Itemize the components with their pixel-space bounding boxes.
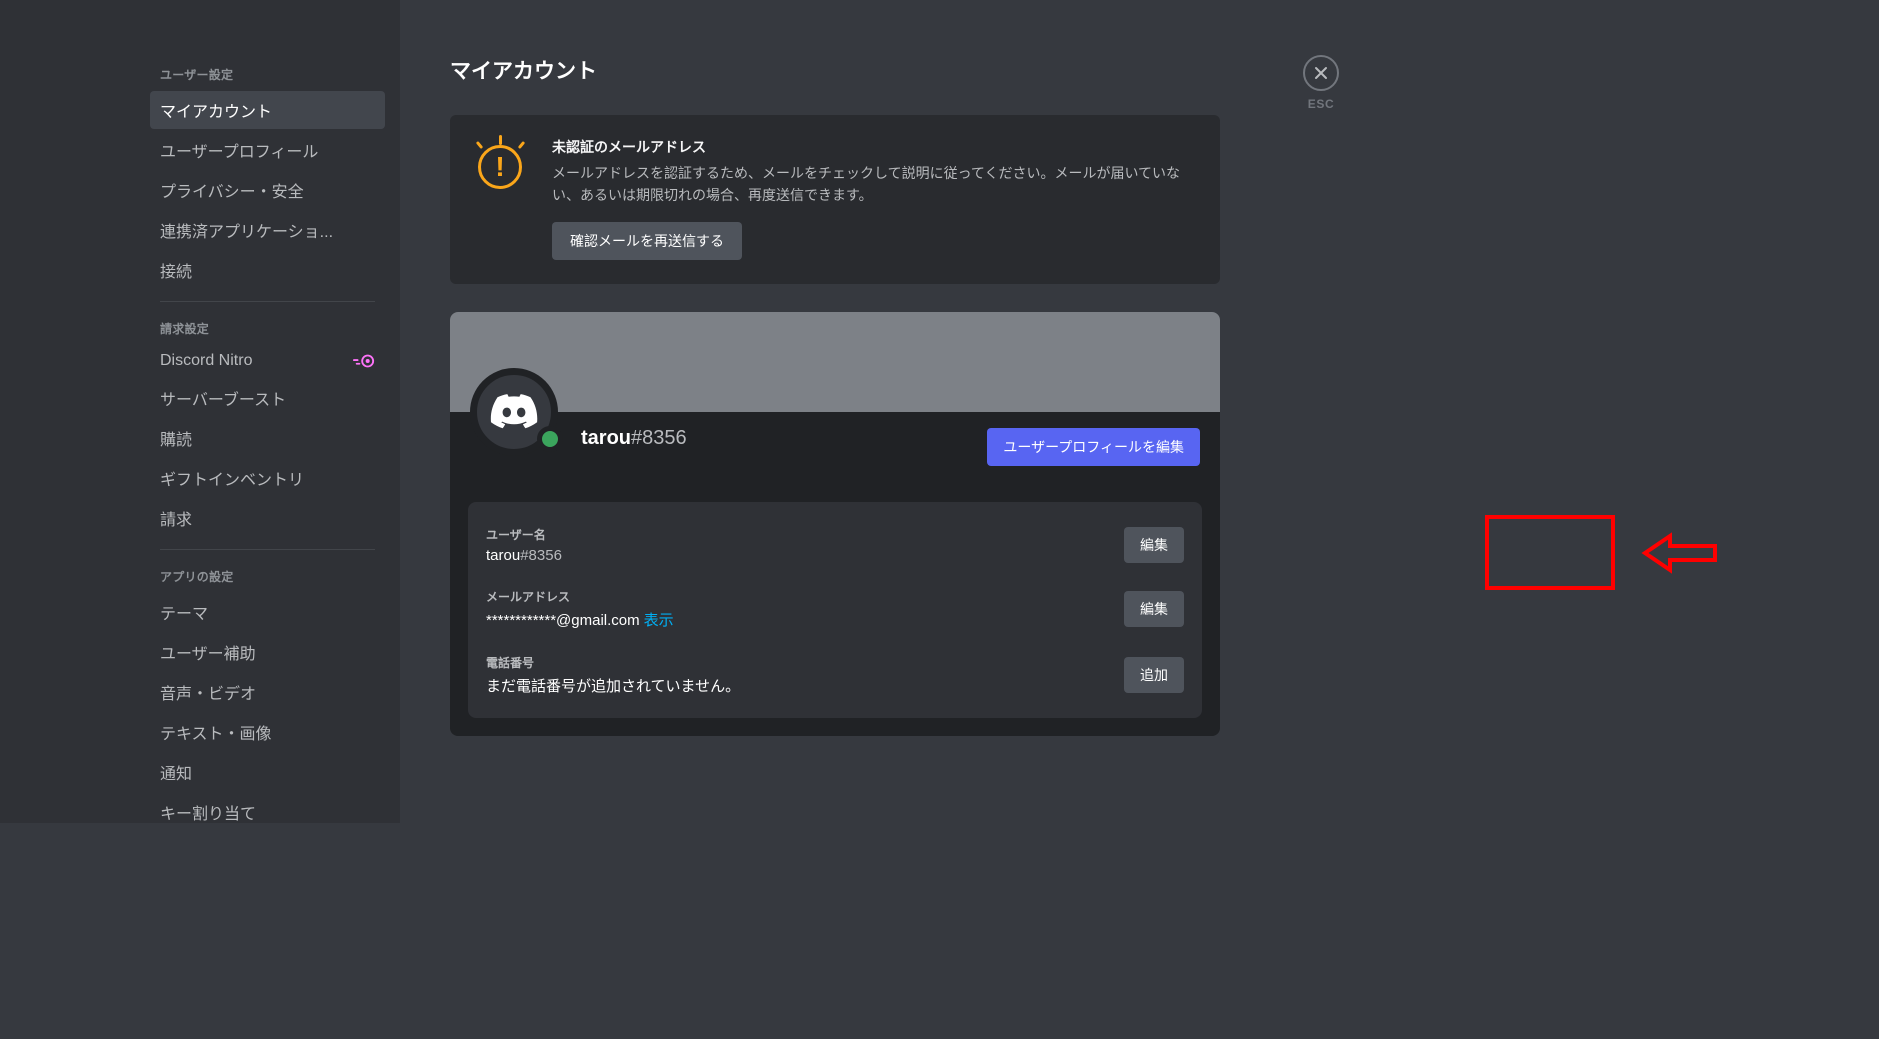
profile-display-name: tarou#8356 [565,412,687,450]
sidebar-item-keybinds[interactable]: キー割り当て [150,793,385,831]
field-email: メールアドレス ************@gmail.com表示 編集 [486,582,1184,648]
username-text: tarou [486,547,520,564]
sidebar-item-boost[interactable]: サーバーブースト [150,379,385,417]
close-label: ESC [1303,97,1339,111]
field-value: まだ電話番号が追加されていません。 [486,675,1124,696]
sidebar-item-label: 音声・ビデオ [160,680,256,704]
close-icon [1313,65,1329,81]
resend-verification-button[interactable]: 確認メールを再送信する [552,222,742,260]
sidebar-item-privacy[interactable]: プライバシー・安全 [150,171,385,209]
sidebar-section-app: アプリの設定 [150,562,385,591]
reveal-email-link[interactable]: 表示 [644,612,674,629]
field-label: 電話番号 [486,654,1124,671]
sidebar-item-label: ユーザープロフィール [160,138,318,162]
sidebar-item-label: キー割り当て [160,800,256,824]
email-masked: ************@gmail.com [486,612,640,629]
close-settings: ESC [1303,55,1339,111]
sidebar-section-user: ユーザー設定 [150,60,385,89]
avatar[interactable] [470,368,565,456]
profile-card: tarou#8356 ユーザープロフィールを編集 ユーザー名 tarou#835… [450,312,1220,736]
sidebar-item-gifts[interactable]: ギフトインベントリ [150,459,385,497]
sidebar-item-voice[interactable]: 音声・ビデオ [150,673,385,711]
sidebar-item-my-account[interactable]: マイアカウント [150,91,385,129]
settings-sidebar: ユーザー設定 マイアカウント ユーザープロフィール プライバシー・安全 連携済ア… [0,0,400,823]
discord-logo-icon [490,394,538,430]
sidebar-item-accessibility[interactable]: ユーザー補助 [150,633,385,671]
field-value: tarou#8356 [486,547,1124,564]
warning-icon: ! [476,141,526,191]
add-phone-button[interactable]: 追加 [1124,657,1184,693]
nitro-icon [353,353,375,369]
page-title: マイアカウント [450,55,1429,85]
sidebar-item-text[interactable]: テキスト・画像 [150,713,385,751]
annotation-arrow-icon [1640,528,1720,583]
notice-title: 未認証のメールアドレス [552,137,1194,157]
profile-username: tarou [581,427,631,449]
email-unverified-notice: ! 未認証のメールアドレス メールアドレスを認証するため、メールをチェックして説… [450,115,1220,284]
sidebar-item-theme[interactable]: テーマ [150,593,385,631]
sidebar-item-label: 請求 [160,506,192,530]
profile-discriminator: #8356 [631,427,687,449]
sidebar-item-subscriptions[interactable]: 購読 [150,419,385,457]
settings-content: マイアカウント ! 未認証のメールアドレス メールアドレスを認証するため、メール… [400,0,1469,823]
edit-username-button[interactable]: 編集 [1124,527,1184,563]
field-username: ユーザー名 tarou#8356 編集 [486,520,1184,582]
profile-banner [450,312,1220,412]
sidebar-item-label: マイアカウント [160,98,272,122]
sidebar-item-label: テーマ [160,600,208,624]
edit-user-profile-button[interactable]: ユーザープロフィールを編集 [987,428,1200,466]
sidebar-separator [160,301,375,302]
notice-text: メールアドレスを認証するため、メールをチェックして説明に従ってください。メールが… [552,163,1194,206]
sidebar-item-connections[interactable]: 接続 [150,251,385,289]
field-label: メールアドレス [486,588,1124,605]
sidebar-item-apps[interactable]: 連携済アプリケーショ... [150,211,385,249]
sidebar-item-nitro[interactable]: Discord Nitro [150,345,385,377]
sidebar-section-billing: 請求設定 [150,314,385,343]
sidebar-item-label: テキスト・画像 [160,720,272,744]
sidebar-item-label: Discord Nitro [160,352,252,370]
sidebar-item-label: プライバシー・安全 [160,178,304,202]
username-discrim: #8356 [520,547,562,564]
edit-email-button[interactable]: 編集 [1124,591,1184,627]
field-value: ************@gmail.com表示 [486,609,1124,630]
sidebar-item-label: 接続 [160,258,192,282]
sidebar-item-label: ユーザー補助 [160,640,256,664]
sidebar-item-label: サーバーブースト [160,386,286,410]
status-online-icon [537,426,563,452]
sidebar-item-notifications[interactable]: 通知 [150,753,385,791]
close-button[interactable] [1303,55,1339,91]
annotation-highlight-box [1485,515,1615,590]
sidebar-item-label: ギフトインベントリ [160,466,304,490]
field-label: ユーザー名 [486,526,1124,543]
sidebar-item-label: 通知 [160,760,192,784]
sidebar-item-user-profile[interactable]: ユーザープロフィール [150,131,385,169]
sidebar-item-label: 購読 [160,426,192,450]
sidebar-separator [160,549,375,550]
account-fields: ユーザー名 tarou#8356 編集 メールアドレス ************… [468,502,1202,718]
field-phone: 電話番号 まだ電話番号が追加されていません。 追加 [486,648,1184,700]
sidebar-item-label: 連携済アプリケーショ... [160,218,333,242]
sidebar-item-billing[interactable]: 請求 [150,499,385,537]
